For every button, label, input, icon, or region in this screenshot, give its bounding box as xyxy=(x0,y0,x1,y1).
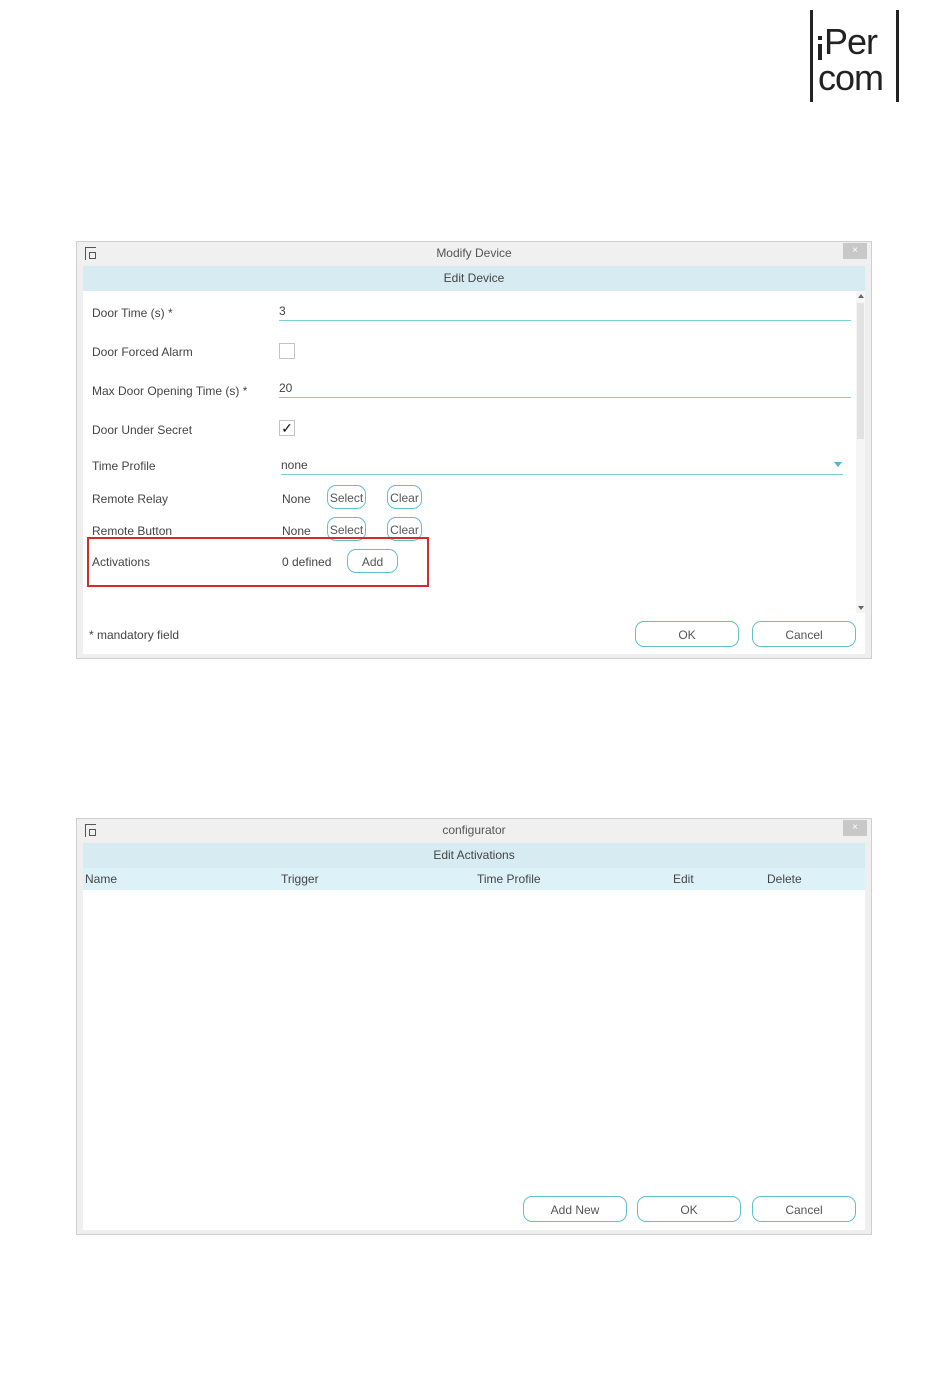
remote-button-value: None xyxy=(282,524,311,538)
column-header-edit[interactable]: Edit xyxy=(673,872,694,886)
logo-right-bar xyxy=(896,10,899,102)
highlight-box xyxy=(87,537,429,587)
door-time-label: Door Time (s) * xyxy=(92,306,173,320)
column-header-delete[interactable]: Delete xyxy=(767,872,802,886)
remote-button-label: Remote Button xyxy=(92,524,173,538)
remote-relay-select-button[interactable]: Select xyxy=(327,485,366,509)
logo-left-bar xyxy=(810,10,813,102)
window-title: Modify Device xyxy=(436,246,512,260)
add-new-button[interactable]: Add New xyxy=(523,1196,627,1222)
chevron-down-icon[interactable] xyxy=(834,462,842,467)
dialog-body: Edit Activations Name Trigger Time Profi… xyxy=(83,843,865,1230)
title-bar: Modify Device × xyxy=(77,242,871,264)
door-under-secret-label: Door Under Secret xyxy=(92,423,193,437)
section-header: Edit Device xyxy=(83,266,865,291)
ok-button[interactable]: OK xyxy=(635,621,739,647)
max-door-opening-label: Max Door Opening Time (s) * xyxy=(92,384,248,398)
table-header: Name Trigger Time Profile Edit Delete xyxy=(83,868,865,890)
logo-i-dot xyxy=(818,36,822,40)
logo-text-bottom: com xyxy=(818,57,884,98)
column-header-time-profile[interactable]: Time Profile xyxy=(477,872,541,886)
close-icon[interactable]: × xyxy=(843,820,867,836)
time-profile-select[interactable]: none xyxy=(281,458,843,475)
cancel-button[interactable]: Cancel xyxy=(752,1196,856,1222)
close-icon[interactable]: × xyxy=(843,243,867,259)
column-header-name[interactable]: Name xyxy=(85,872,117,886)
door-forced-alarm-label: Door Forced Alarm xyxy=(92,345,193,359)
scroll-thumb[interactable] xyxy=(857,303,864,439)
remote-relay-clear-button[interactable]: Clear xyxy=(387,485,422,509)
section-header: Edit Activations xyxy=(83,843,865,868)
window-title: configurator xyxy=(442,823,506,837)
scroll-up-icon[interactable] xyxy=(858,294,864,298)
activations-table-body xyxy=(83,890,865,1190)
door-under-secret-checkbox[interactable]: ✓ xyxy=(279,420,295,436)
dialog-body: Edit Device Door Time (s) * 3 Door Force… xyxy=(83,266,865,654)
configurator-dialog: configurator × Edit Activations Name Tri… xyxy=(76,818,872,1235)
cancel-button[interactable]: Cancel xyxy=(752,621,856,647)
ipercom-logo: Per com xyxy=(806,10,902,104)
door-forced-alarm-checkbox[interactable] xyxy=(279,343,295,359)
remote-relay-label: Remote Relay xyxy=(92,492,169,506)
logo-text-top: Per xyxy=(824,21,878,62)
door-time-input[interactable]: 3 xyxy=(279,304,851,321)
modify-device-dialog: Modify Device × Edit Device Door Time (s… xyxy=(76,241,872,659)
scroll-down-icon[interactable] xyxy=(858,606,864,610)
mandatory-field-note: * mandatory field xyxy=(89,628,180,642)
scrollbar[interactable] xyxy=(856,291,865,613)
column-header-trigger[interactable]: Trigger xyxy=(281,872,319,886)
ok-button[interactable]: OK xyxy=(637,1196,741,1222)
max-door-opening-input[interactable]: 20 xyxy=(279,381,851,398)
time-profile-label: Time Profile xyxy=(92,459,156,473)
title-bar: configurator × xyxy=(77,819,871,841)
remote-relay-value: None xyxy=(282,492,311,506)
